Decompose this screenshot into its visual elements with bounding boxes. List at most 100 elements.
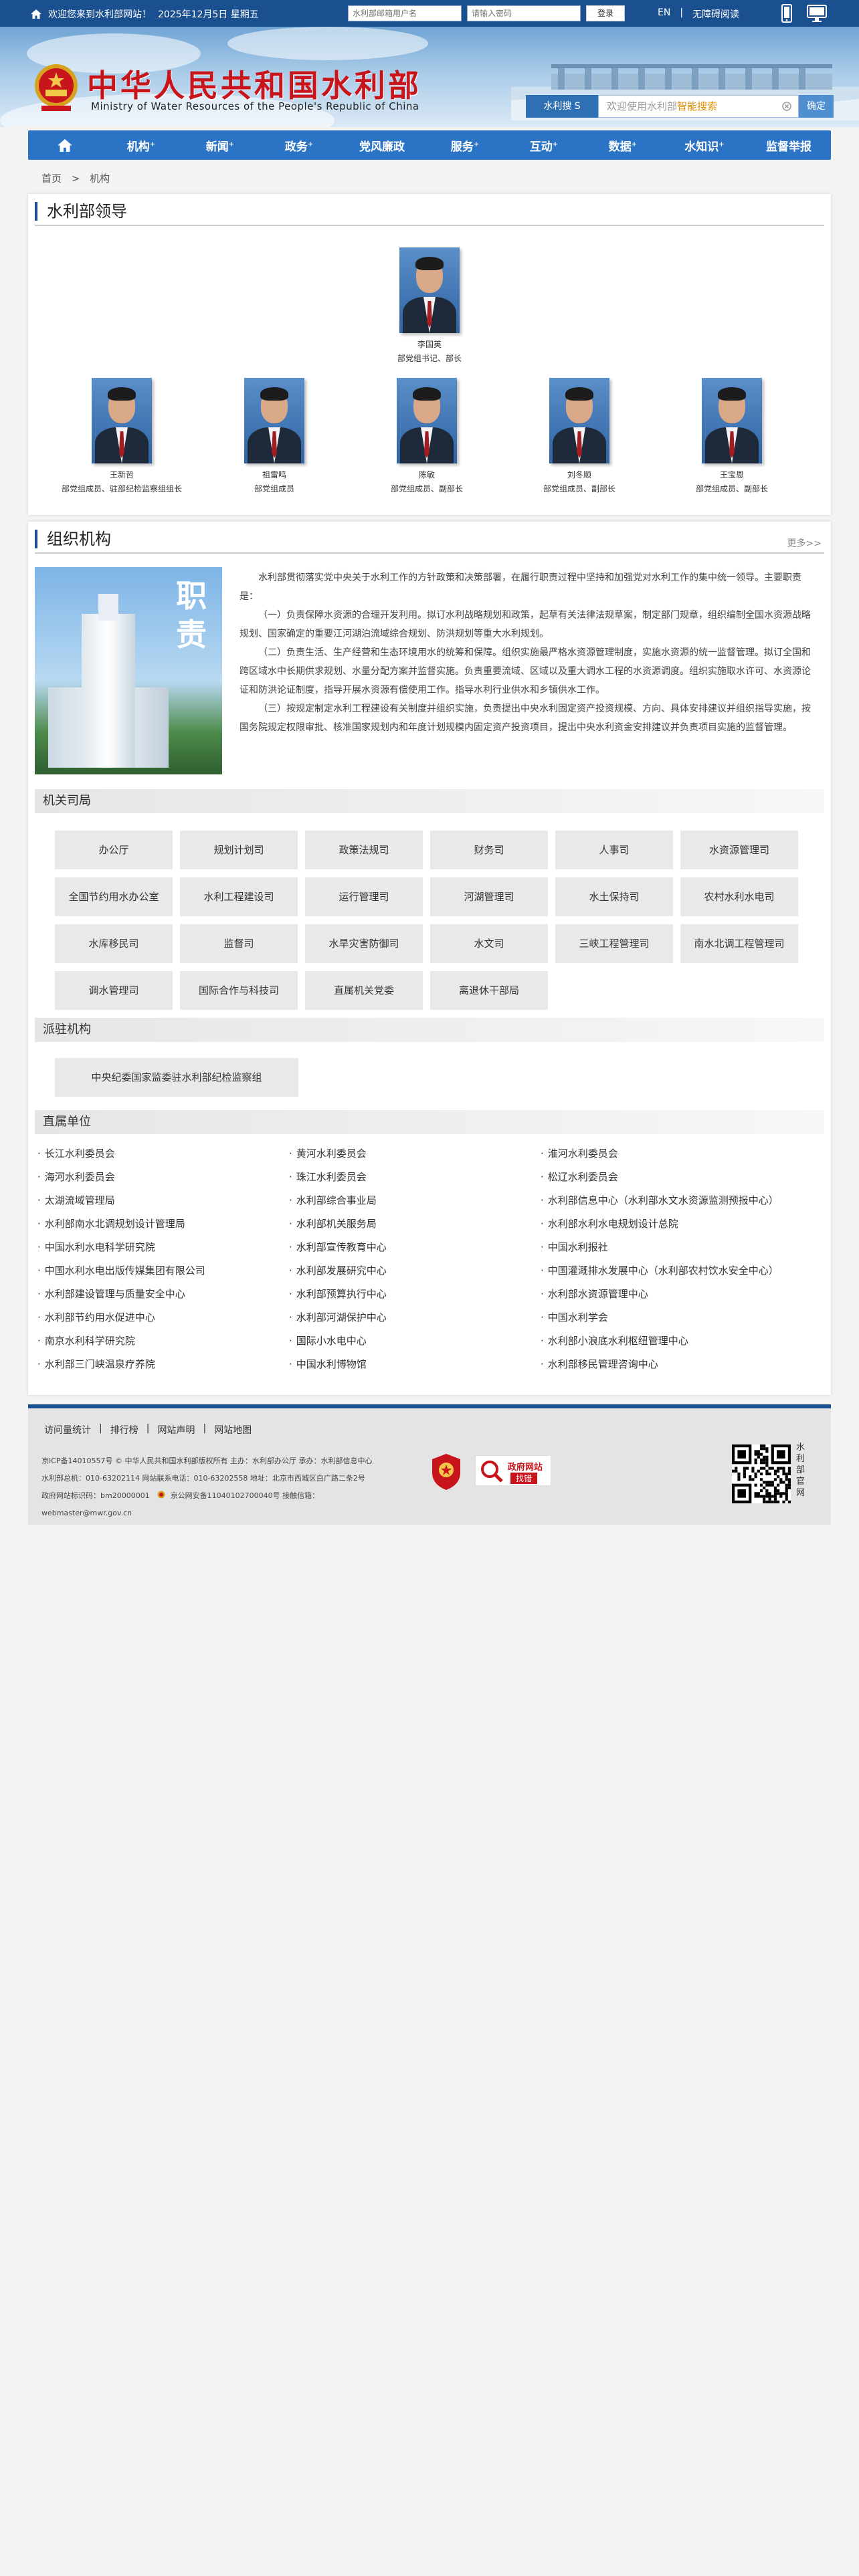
unit-link[interactable]: 水利部建设管理与质量安全中心 — [37, 1287, 185, 1301]
unit-link[interactable]: 水利部综合事业局 — [289, 1193, 377, 1207]
dept-button[interactable]: 政策法规司 — [305, 831, 423, 869]
nav-item[interactable]: 水知识+ — [662, 137, 747, 154]
nav-item[interactable]: 监督举报 — [747, 137, 831, 154]
unit-link[interactable]: 中国水利水电科学研究院 — [37, 1240, 155, 1254]
nav-home[interactable] — [28, 138, 102, 152]
leader-name[interactable]: 李国英 — [363, 338, 496, 350]
leader-name[interactable]: 王新哲 — [55, 469, 189, 480]
unit-link[interactable]: 水利部南水北调规划设计管理局 — [37, 1216, 185, 1230]
dept-button[interactable]: 监督司 — [180, 924, 298, 963]
unit-link[interactable]: 水利部发展研究中心 — [289, 1263, 387, 1277]
search-input[interactable]: 欢迎使用水利部智能搜索 — [598, 95, 799, 118]
unit-link[interactable]: 水利部信息中心（水利部水文水资源监测预报中心） — [541, 1193, 779, 1207]
dept-button[interactable]: 直属机关党委 — [305, 971, 423, 1010]
username-input[interactable] — [348, 5, 462, 21]
dept-button[interactable]: 南水北调工程管理司 — [680, 924, 798, 963]
unit-link[interactable]: 中国灌溉排水发展中心（水利部农村饮水安全中心） — [541, 1263, 779, 1277]
unit-link[interactable]: 淮河水利委员会 — [541, 1146, 618, 1160]
dept-button[interactable]: 全国节约用水办公室 — [55, 877, 173, 916]
unit-link[interactable]: 南京水利科学研究院 — [37, 1333, 135, 1348]
breadcrumb-home[interactable]: 首页 — [41, 173, 62, 185]
leader-name[interactable]: 刘冬顺 — [512, 469, 646, 480]
leader-item[interactable]: 祖雷鸣 部党组成员 — [207, 378, 341, 494]
leader-item[interactable]: 陈敏 部党组成员、副部长 — [360, 378, 494, 494]
unit-link[interactable]: 中国水利报社 — [541, 1240, 608, 1254]
police-record[interactable]: 京公网安备11040102700040号 接触信箱： — [171, 1491, 319, 1500]
nav-item[interactable]: 服务+ — [425, 137, 504, 154]
dept-button[interactable]: 人事司 — [555, 831, 673, 869]
dept-button[interactable]: 水旱灾害防御司 — [305, 924, 423, 963]
dept-button[interactable]: 三峡工程管理司 — [555, 924, 673, 963]
dept-button[interactable]: 水利工程建设司 — [180, 877, 298, 916]
gov-error-badge[interactable]: 政府网站 找错 — [475, 1455, 551, 1486]
leader-name[interactable]: 王宝恩 — [665, 469, 799, 480]
nav-item[interactable]: 党风廉政 — [339, 137, 425, 154]
unit-link[interactable]: 水利部水利水电规划设计总院 — [541, 1216, 678, 1230]
footer-link[interactable]: 排行榜 — [110, 1423, 138, 1436]
nav-item[interactable]: 政务+ — [260, 137, 339, 154]
dept-button[interactable]: 规划计划司 — [180, 831, 298, 869]
dept-button[interactable]: 办公厅 — [55, 831, 173, 869]
dept-button[interactable]: 离退休干部局 — [430, 971, 548, 1010]
footer-link[interactable]: 访问量统计 — [44, 1423, 91, 1436]
dept-button[interactable]: 水库移民司 — [55, 924, 173, 963]
leader-name[interactable]: 祖雷鸣 — [207, 469, 341, 480]
nav-item[interactable]: 机构+ — [102, 137, 181, 154]
leader-portrait[interactable] — [244, 378, 304, 463]
leader-portrait[interactable] — [702, 378, 762, 463]
leader-item[interactable]: 王新哲 部党组成员、驻部纪检监察组组长 — [55, 378, 189, 494]
unit-link[interactable]: 黄河水利委员会 — [289, 1146, 367, 1160]
footer-link[interactable]: 网站声明 — [157, 1423, 195, 1436]
desktop-icon[interactable] — [807, 4, 827, 23]
leader-portrait[interactable] — [549, 378, 609, 463]
party-gov-badge-icon[interactable] — [431, 1453, 462, 1491]
dept-button[interactable]: 水文司 — [430, 924, 548, 963]
dept-button[interactable]: 水土保持司 — [555, 877, 673, 916]
more-link[interactable]: 更多>> — [787, 536, 822, 550]
unit-link[interactable]: 松辽水利委员会 — [541, 1170, 618, 1184]
dept-button[interactable]: 调水管理司 — [55, 971, 173, 1010]
dept-button[interactable]: 国际合作与科技司 — [180, 971, 298, 1010]
leader-portrait[interactable] — [92, 378, 152, 463]
unit-link[interactable]: 水利部水资源管理中心 — [541, 1287, 648, 1301]
accessibility-link[interactable]: 无障碍阅读 — [692, 7, 739, 21]
search-button[interactable]: 确定 — [799, 95, 834, 118]
unit-link[interactable]: 海河水利委员会 — [37, 1170, 115, 1184]
unit-link[interactable]: 中国水利水电出版传媒集团有限公司 — [37, 1263, 205, 1277]
unit-link[interactable]: 珠江水利委员会 — [289, 1170, 367, 1184]
leader-top[interactable]: 李国英 部党组书记、部长 — [363, 247, 496, 364]
leader-item[interactable]: 刘冬顺 部党组成员、副部长 — [512, 378, 646, 494]
unit-link[interactable]: 中国水利学会 — [541, 1310, 608, 1324]
home-icon[interactable] — [31, 9, 41, 19]
unit-link[interactable]: 水利部宣传教育中心 — [289, 1240, 387, 1254]
unit-link[interactable]: 水利部河湖保护中心 — [289, 1310, 387, 1324]
dept-button[interactable]: 水资源管理司 — [680, 831, 798, 869]
leader-name[interactable]: 陈敏 — [360, 469, 494, 480]
footer-email[interactable]: webmaster@mwr.gov.cn — [41, 1505, 443, 1522]
dept-button[interactable]: 中央纪委国家监委驻水利部纪检监察组 — [55, 1058, 298, 1097]
dept-button[interactable]: 农村水利水电司 — [680, 877, 798, 916]
dept-button[interactable]: 河湖管理司 — [430, 877, 548, 916]
login-button[interactable]: 登录 — [586, 5, 625, 21]
unit-link[interactable]: 中国水利博物馆 — [289, 1357, 367, 1371]
unit-link[interactable]: 水利部小浪底水利枢纽管理中心 — [541, 1333, 688, 1348]
nav-item[interactable]: 互动+ — [504, 137, 583, 154]
unit-link[interactable]: 水利部节约用水促进中心 — [37, 1310, 155, 1324]
leader-portrait[interactable] — [397, 378, 457, 463]
english-link[interactable]: EN — [658, 7, 670, 21]
unit-link[interactable]: 水利部三门峡温泉疗养院 — [37, 1357, 155, 1371]
footer-link[interactable]: 网站地图 — [214, 1423, 252, 1436]
breadcrumb-current[interactable]: 机构 — [90, 173, 110, 185]
dept-button[interactable]: 财务司 — [430, 831, 548, 869]
dept-button[interactable]: 运行管理司 — [305, 877, 423, 916]
nav-item[interactable]: 数据+ — [583, 137, 662, 154]
unit-link[interactable]: 水利部预算执行中心 — [289, 1287, 387, 1301]
unit-link[interactable]: 水利部机关服务局 — [289, 1216, 377, 1230]
password-input[interactable] — [467, 5, 581, 21]
unit-link[interactable]: 长江水利委员会 — [37, 1146, 115, 1160]
mobile-icon[interactable] — [781, 4, 792, 23]
unit-link[interactable]: 太湖流域管理局 — [37, 1193, 115, 1207]
unit-link[interactable]: 水利部移民管理咨询中心 — [541, 1357, 658, 1371]
leader-portrait[interactable] — [399, 247, 460, 333]
nav-item[interactable]: 新闻+ — [181, 137, 260, 154]
